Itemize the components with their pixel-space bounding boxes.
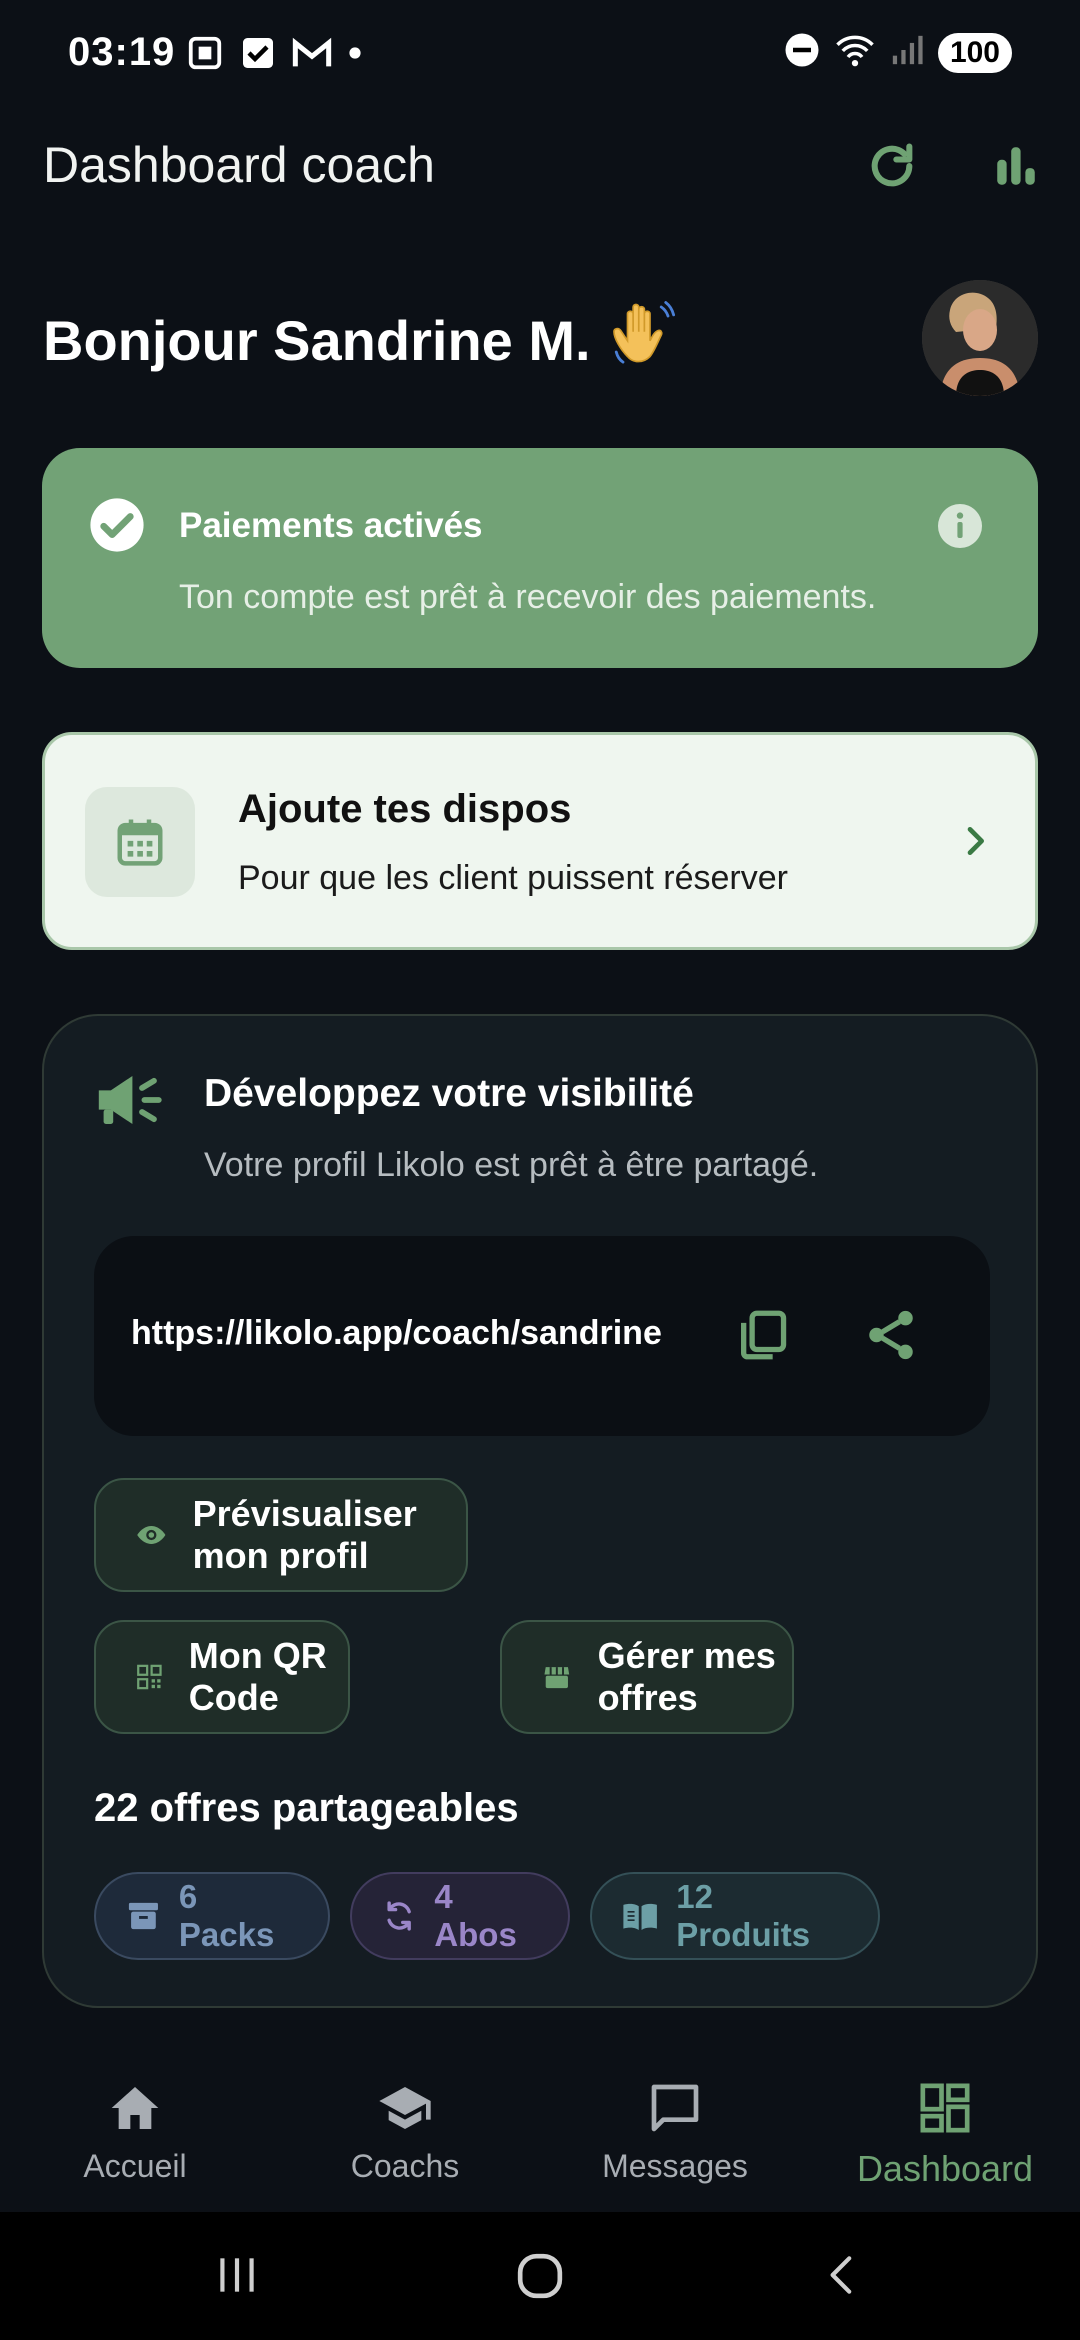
availability-title: Ajoute tes dispos (238, 787, 572, 831)
waving-hand-icon (605, 298, 677, 383)
availability-subtitle: Pour que les client puissent réserver (238, 859, 788, 897)
do-not-disturb-icon (784, 32, 820, 73)
check-circle-icon (88, 496, 146, 559)
bottom-navigation: Accueil Coachs Messages Dashboard (0, 2040, 1080, 2212)
info-icon[interactable] (936, 502, 984, 555)
chip-produits-label: 12 Produits (676, 1878, 811, 1953)
manage-offers-label: Gérer mes offres (597, 1635, 776, 1718)
chip-abos-label: 4 Abos (434, 1878, 517, 1953)
stats-button[interactable] (984, 134, 1048, 198)
nav-label-dashboard: Dashboard (856, 2148, 1034, 2189)
nav-item-coachs[interactable]: Coachs (270, 2040, 540, 2212)
system-navigation-bar (0, 2212, 1080, 2340)
screenshot-icon (186, 34, 224, 77)
share-icon (869, 1310, 913, 1360)
nav-item-accueil[interactable]: Accueil (0, 2040, 270, 2212)
visibility-subtitle: Votre profil Likolo est prêt à être part… (204, 1146, 819, 1184)
store-icon (544, 1667, 570, 1689)
profile-link-box: https://likolo.app/coach/sandrine (94, 1236, 990, 1436)
nav-label-coachs: Coachs (350, 2148, 460, 2184)
status-time: 03:19 (68, 30, 176, 74)
checkbox-icon (240, 35, 276, 76)
avatar[interactable] (922, 280, 1038, 396)
visibility-card: Développez votre visibilité Votre profil… (42, 1014, 1038, 2008)
nav-label-accueil: Accueil (83, 2148, 187, 2184)
recent-apps-icon (220, 2258, 254, 2292)
eye-icon (137, 1526, 166, 1544)
payment-subtitle: Ton compte est prêt à recevoir des paiem… (179, 578, 877, 616)
preview-profile-label: Prévisualiser mon profil (192, 1493, 417, 1576)
profile-link[interactable]: https://likolo.app/coach/sandrine (131, 1314, 691, 1353)
qr-code-button[interactable]: Mon QR Code (94, 1620, 350, 1734)
stats-icon (997, 147, 1035, 185)
nav-item-dashboard[interactable]: Dashboard (810, 2040, 1080, 2212)
home-button[interactable] (512, 2248, 568, 2309)
manage-offers-button[interactable]: Gérer mes offres (500, 1620, 794, 1734)
status-bar: 03:19 100 (0, 0, 1080, 110)
message-icon (651, 2084, 699, 2132)
calendar-icon-box (85, 787, 195, 897)
preview-profile-button[interactable]: Prévisualiser mon profil (94, 1478, 468, 1592)
status-right-icons: 100 (784, 32, 1012, 73)
gmail-icon (292, 36, 332, 75)
recent-apps-button[interactable] (212, 2250, 262, 2305)
calendar-icon (117, 819, 163, 866)
signal-icon (890, 33, 924, 72)
back-button[interactable] (818, 2250, 868, 2305)
back-chevron-icon (830, 2256, 852, 2294)
offers-count: 22 offres partageables (94, 1786, 519, 1830)
archive-box-icon (128, 1902, 158, 1930)
greeting: Bonjour Sandrine M. (43, 298, 677, 383)
payment-status-card: Paiements activés Ton compte est prêt à … (42, 448, 1038, 668)
qr-code-label: Mon QR Code (188, 1635, 327, 1718)
home-circle-icon (517, 2253, 563, 2299)
nav-label-messages: Messages (602, 2148, 748, 2184)
graduation-cap-icon (379, 2087, 431, 2129)
status-left-icons (186, 34, 362, 77)
megaphone-icon (94, 1068, 166, 1137)
chip-produits[interactable]: 12 Produits (590, 1872, 880, 1960)
chip-packs[interactable]: 6 Packs (94, 1872, 330, 1960)
chip-packs-label: 6 Packs (178, 1878, 275, 1953)
share-button[interactable] (862, 1306, 920, 1369)
chip-abos[interactable]: 4 Abos (350, 1872, 570, 1960)
home-icon (111, 2087, 159, 2129)
copy-icon (741, 1310, 787, 1360)
wifi-icon (834, 32, 876, 73)
greeting-text: Bonjour Sandrine M. (43, 309, 591, 372)
nav-item-messages[interactable]: Messages (540, 2040, 810, 2212)
refresh-button[interactable] (860, 134, 924, 198)
refresh-icon (871, 143, 913, 187)
battery-indicator: 100 (937, 32, 1012, 73)
visibility-title: Développez votre visibilité (204, 1072, 694, 1115)
copy-button[interactable] (734, 1306, 792, 1369)
dashboard-icon (920, 2083, 970, 2133)
payment-title: Paiements activés (179, 506, 483, 545)
page-title: Dashboard coach (43, 137, 435, 193)
qr-code-icon (137, 1664, 162, 1690)
sync-icon (387, 1901, 411, 1931)
add-availability-card[interactable]: Ajoute tes dispos Pour que les client pu… (42, 732, 1038, 950)
chevron-right-icon (955, 821, 995, 866)
dot-icon (348, 46, 362, 65)
book-icon (623, 1903, 657, 1930)
